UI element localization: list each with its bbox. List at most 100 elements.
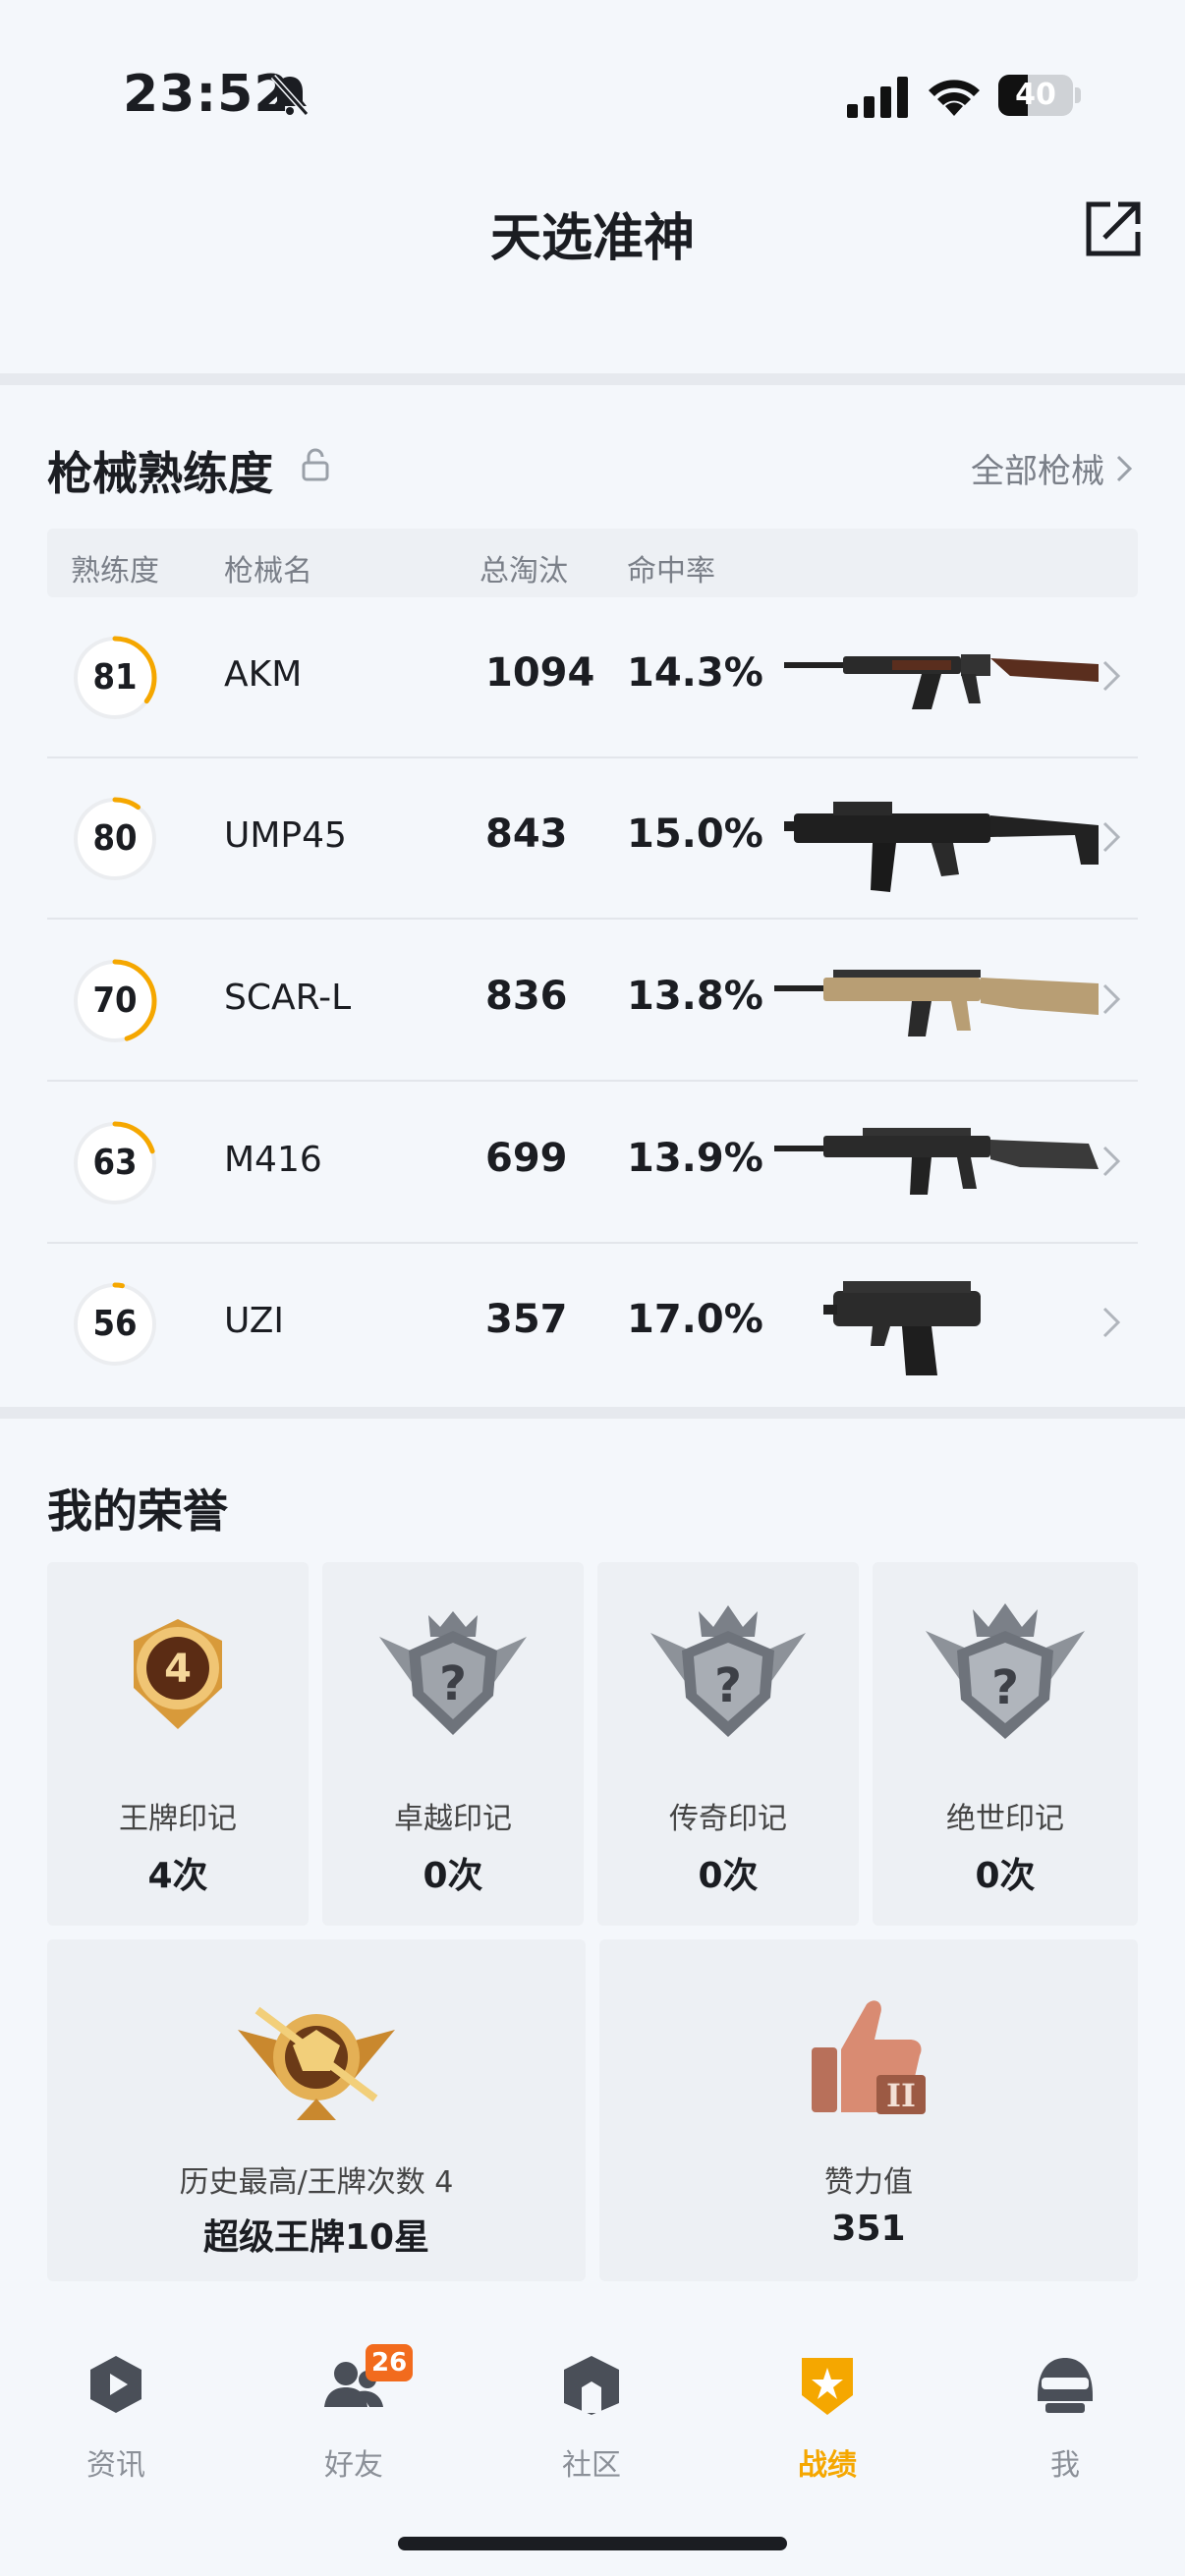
svg-text:II: II	[886, 2077, 916, 2114]
weapon-kills: 843	[485, 812, 568, 857]
cellular-signal-icon	[847, 77, 908, 118]
ace-mark-card[interactable]: 4 王牌印记 4次	[47, 1562, 309, 1926]
weapon-accuracy: 15.0%	[627, 812, 763, 857]
col-mastery: 熟练度	[71, 554, 159, 588]
ump45-image	[784, 802, 1099, 892]
weapon-name: SCAR-L	[224, 978, 352, 1018]
legend-mark-value: 0次	[698, 1856, 759, 1896]
elite-mark-value: 0次	[423, 1856, 483, 1896]
chevron-right-icon	[1102, 821, 1121, 853]
honors-title: 我的荣誉	[47, 1484, 228, 1538]
weapon-mastery-title: 枪械熟练度	[47, 447, 273, 500]
mastery-value: 81	[92, 657, 138, 698]
weapon-row[interactable]: 80 UMP45 843 15.0%	[47, 758, 1138, 920]
tab-me-label: 我	[1050, 2448, 1080, 2483]
weapon-name: UMP45	[224, 815, 347, 856]
weapon-row[interactable]: 81 AKM 1094 14.3%	[47, 597, 1138, 758]
ace-badge-icon: 4	[134, 1619, 222, 1729]
page-title: 天选准神	[489, 209, 695, 268]
uzi-image	[823, 1281, 981, 1375]
col-kills: 总淘汰	[480, 554, 568, 588]
weapon-kills: 836	[485, 974, 568, 1019]
highest-rank-card[interactable]: 历史最高/王牌次数 4 超级王牌10星	[47, 1939, 586, 2281]
col-accuracy: 命中率	[627, 554, 715, 588]
tab-news-label: 资讯	[86, 2448, 145, 2483]
tab-community-label: 社区	[562, 2448, 621, 2483]
mastery-progress-ring: 80	[67, 791, 163, 887]
tab-friends-label: 好友	[324, 2448, 383, 2483]
status-bar: 23:52 40	[0, 0, 1185, 187]
likes-label: 赞力值	[824, 2165, 913, 2200]
chevron-right-icon	[1102, 983, 1121, 1015]
chevron-right-icon	[1102, 660, 1121, 692]
ace-mark-label: 王牌印记	[119, 1802, 237, 1836]
weapon-accuracy: 14.3%	[627, 650, 763, 696]
peerless-mark-card[interactable]: ? 绝世印记 0次	[873, 1562, 1138, 1926]
elite-mark-card[interactable]: ? 卓越印记 0次	[322, 1562, 584, 1926]
weapon-name: M416	[224, 1140, 322, 1180]
m416-image	[774, 1128, 1099, 1195]
peerless-mark-value: 0次	[975, 1856, 1036, 1896]
helmet-icon	[1038, 2358, 1093, 2413]
mastery-value: 80	[92, 818, 138, 859]
community-icon	[564, 2356, 619, 2415]
news-play-icon	[90, 2356, 141, 2413]
all-weapons-link[interactable]: 全部枪械	[971, 444, 1134, 492]
battery-icon: 40	[998, 75, 1081, 116]
col-name: 枪械名	[224, 554, 312, 588]
chevron-right-icon	[1102, 1146, 1121, 1177]
weapon-accuracy: 17.0%	[627, 1297, 763, 1342]
friends-notification-badge: 26	[366, 2344, 414, 2381]
weapon-kills: 357	[485, 1297, 568, 1342]
ace-mark-value: 4次	[147, 1856, 208, 1896]
tab-community[interactable]: 社区	[513, 2352, 670, 2490]
section-divider	[0, 373, 1185, 385]
mastery-progress-ring: 63	[67, 1115, 163, 1211]
locked-silver-badge-icon: ?	[926, 1603, 1085, 1739]
akm-image	[784, 654, 1099, 709]
tab-stats-label: 战绩	[798, 2448, 857, 2483]
all-weapons-label: 全部枪械	[971, 452, 1104, 491]
bottom-tab-bar: 资讯 好友 26 社区 战绩 我	[0, 2289, 1185, 2576]
peerless-mark-label: 绝世印记	[946, 1802, 1064, 1836]
weapon-name: AKM	[224, 654, 303, 695]
thumbs-up-icon: II	[812, 2000, 926, 2114]
chevron-right-icon	[1102, 1307, 1121, 1338]
chevron-right-icon	[1116, 455, 1133, 481]
svg-text:?: ?	[714, 1658, 742, 1713]
scar-l-image	[774, 970, 1099, 1036]
weapon-accuracy: 13.8%	[627, 974, 763, 1019]
tab-news[interactable]: 资讯	[37, 2352, 195, 2490]
legend-mark-card[interactable]: ? 传奇印记 0次	[597, 1562, 859, 1926]
share-icon[interactable]	[1081, 196, 1146, 261]
mastery-progress-ring: 70	[67, 953, 163, 1049]
weapon-row[interactable]: 56 UZI 357 17.0%	[47, 1244, 1138, 1405]
tab-me[interactable]: 我	[987, 2352, 1144, 2490]
locked-silver-badge-icon: ?	[650, 1605, 806, 1737]
likes-value: 351	[831, 2209, 906, 2249]
legend-mark-label: 传奇印记	[669, 1802, 787, 1836]
weapon-table-header: 熟练度 枪械名 总淘汰 命中率	[47, 529, 1138, 597]
elite-mark-label: 卓越印记	[394, 1802, 512, 1836]
weapon-row[interactable]: 63 M416 699 13.9%	[47, 1083, 1138, 1244]
mastery-progress-ring: 56	[67, 1276, 163, 1372]
section-divider	[0, 1407, 1185, 1419]
home-indicator	[398, 2537, 787, 2550]
super-ace-rank-icon	[238, 2006, 395, 2120]
mastery-value: 56	[92, 1304, 138, 1344]
mastery-progress-ring: 81	[67, 630, 163, 726]
highest-rank-value: 超级王牌10星	[202, 2217, 430, 2258]
weapon-kills: 1094	[485, 650, 595, 696]
weapon-row[interactable]: 70 SCAR-L 836 13.8%	[47, 921, 1138, 1082]
stats-trophy-icon	[802, 2358, 853, 2415]
tab-stats[interactable]: 战绩	[749, 2352, 906, 2490]
weapon-accuracy: 13.9%	[627, 1136, 763, 1181]
mastery-value: 63	[92, 1143, 138, 1183]
ace-badge-number: 4	[164, 1647, 192, 1692]
bell-muted-icon	[270, 74, 310, 117]
lock-icon	[302, 448, 329, 481]
battery-level: 40	[1015, 78, 1056, 112]
likes-card[interactable]: II 赞力值 351	[599, 1939, 1138, 2281]
locked-silver-badge-icon: ?	[379, 1611, 527, 1735]
weapon-name: UZI	[224, 1301, 284, 1341]
